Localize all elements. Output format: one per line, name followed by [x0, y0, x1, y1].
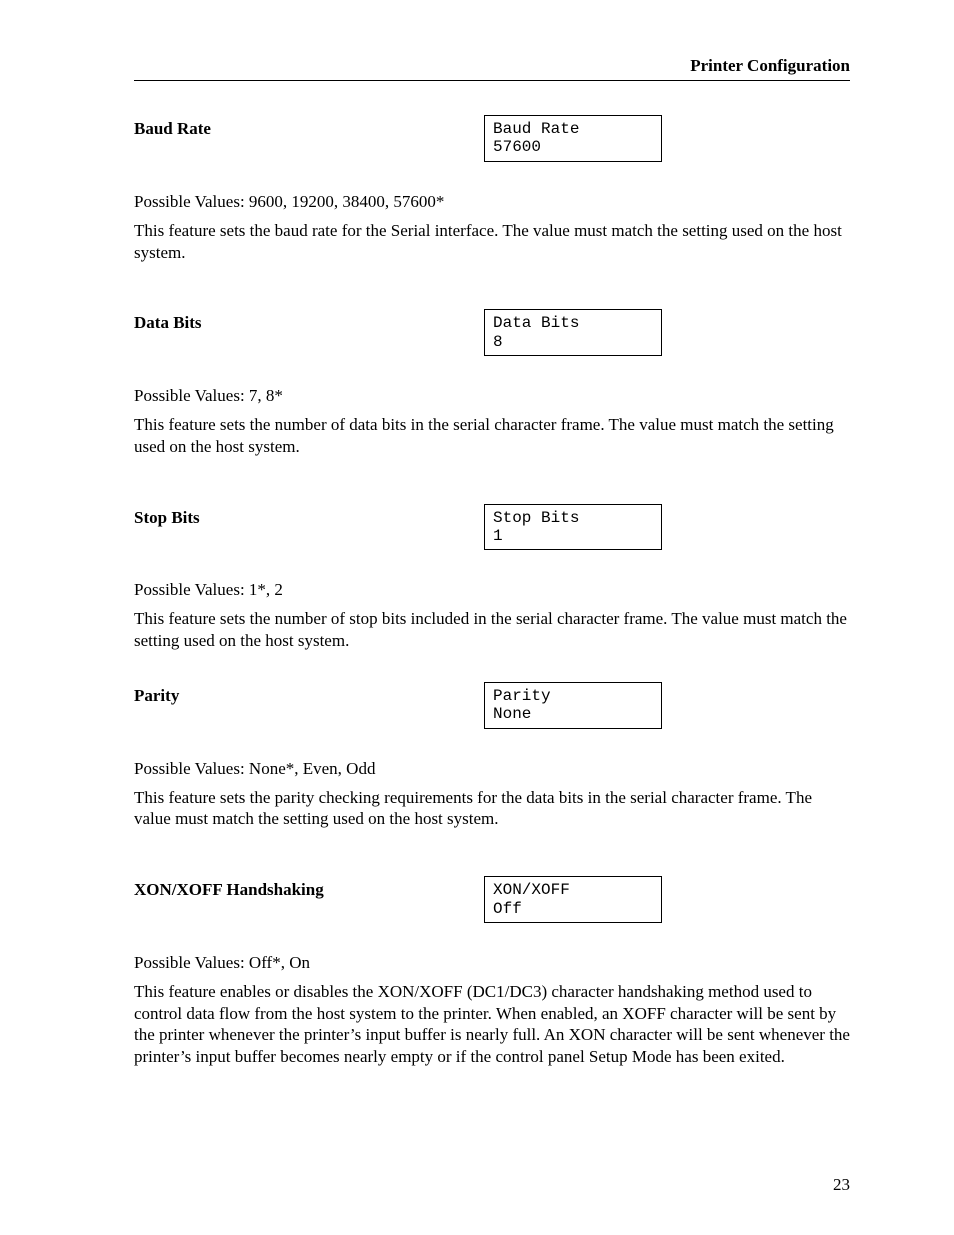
description: This feature sets the parity checking re… — [134, 787, 850, 831]
lcd-line-1: Baud Rate — [493, 120, 579, 138]
lcd-display: Stop Bits 1 — [484, 504, 662, 551]
lcd-line-1: Stop Bits — [493, 509, 579, 527]
description: This feature sets the baud rate for the … — [134, 220, 850, 264]
section-stop-bits: Stop Bits Stop Bits 1 Possible Values: 1… — [134, 504, 850, 652]
section-label: Parity — [134, 682, 484, 706]
lcd-line-2: 1 — [493, 527, 503, 545]
section-label: Stop Bits — [134, 504, 484, 528]
section-row: XON/XOFF Handshaking XON/XOFF Off — [134, 876, 850, 923]
possible-values: Possible Values: Off*, On — [134, 953, 850, 973]
description: This feature sets the number of stop bit… — [134, 608, 850, 652]
lcd-display: Baud Rate 57600 — [484, 115, 662, 162]
lcd-line-2: 8 — [493, 333, 503, 351]
lcd-line-2: None — [493, 705, 531, 723]
description: This feature enables or disables the XON… — [134, 981, 850, 1068]
possible-values: Possible Values: None*, Even, Odd — [134, 759, 850, 779]
possible-values: Possible Values: 7, 8* — [134, 386, 850, 406]
section-label: XON/XOFF Handshaking — [134, 876, 484, 900]
running-header: Printer Configuration — [134, 56, 850, 80]
section-row: Parity Parity None — [134, 682, 850, 729]
document-page: Printer Configuration Baud Rate Baud Rat… — [0, 0, 954, 1235]
section-xon-xoff: XON/XOFF Handshaking XON/XOFF Off Possib… — [134, 876, 850, 1068]
section-label: Data Bits — [134, 309, 484, 333]
section-parity: Parity Parity None Possible Values: None… — [134, 682, 850, 830]
section-row: Baud Rate Baud Rate 57600 — [134, 115, 850, 162]
section-row: Stop Bits Stop Bits 1 — [134, 504, 850, 551]
possible-values: Possible Values: 9600, 19200, 38400, 576… — [134, 192, 850, 212]
lcd-display: Data Bits 8 — [484, 309, 662, 356]
lcd-line-1: Parity — [493, 687, 551, 705]
lcd-line-1: Data Bits — [493, 314, 579, 332]
lcd-display: XON/XOFF Off — [484, 876, 662, 923]
lcd-display: Parity None — [484, 682, 662, 729]
lcd-line-2: Off — [493, 900, 522, 918]
description: This feature sets the number of data bit… — [134, 414, 850, 458]
lcd-line-1: XON/XOFF — [493, 881, 570, 899]
page-number: 23 — [833, 1175, 850, 1195]
section-label: Baud Rate — [134, 115, 484, 139]
lcd-line-2: 57600 — [493, 138, 541, 156]
possible-values: Possible Values: 1*, 2 — [134, 580, 850, 600]
section-data-bits: Data Bits Data Bits 8 Possible Values: 7… — [134, 309, 850, 457]
header-rule — [134, 80, 850, 81]
section-baud-rate: Baud Rate Baud Rate 57600 Possible Value… — [134, 115, 850, 263]
section-row: Data Bits Data Bits 8 — [134, 309, 850, 356]
